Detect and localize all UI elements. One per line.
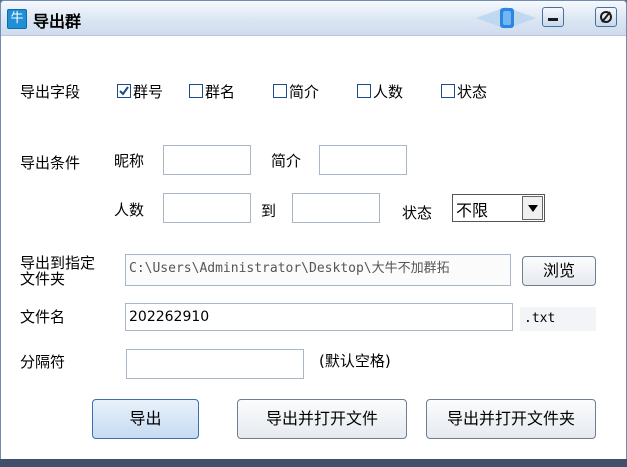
- window-title: 导出群: [33, 12, 82, 31]
- checkbox[interactable]: [441, 84, 455, 98]
- checkbox-label: 状态: [457, 82, 488, 101]
- export-button[interactable]: 导出: [92, 399, 199, 439]
- minimize-button[interactable]: [542, 7, 564, 27]
- skin-decoration-icon: [476, 7, 536, 29]
- separator-hint: (默认空格): [319, 352, 391, 370]
- checkbox-label: 群号: [133, 82, 164, 101]
- chevron-down-icon: [548, 18, 558, 21]
- export-group-window: 牛 导出群 导出字段 群号 群名 简介 人数 状态 导出条件 昵称 简介 人数 …: [0, 0, 627, 467]
- checkbox-label: 群名: [205, 82, 236, 101]
- export-folder-label: 导出到指定 文件夹: [20, 255, 95, 287]
- field-checkbox-status[interactable]: 状态: [441, 81, 487, 101]
- export-fields-label: 导出字段: [20, 83, 81, 101]
- app-logo-icon: 牛: [7, 9, 27, 29]
- checkbox[interactable]: [117, 84, 131, 98]
- member-count-from-input[interactable]: [163, 193, 251, 223]
- filename-label: 文件名: [20, 308, 66, 326]
- intro-input[interactable]: [319, 145, 407, 175]
- export-open-folder-button[interactable]: 导出并打开文件夹: [426, 399, 596, 439]
- chevron-down-icon: [528, 205, 538, 212]
- title-bar[interactable]: 牛 导出群: [1, 1, 626, 36]
- range-to-label: 到: [261, 202, 277, 220]
- intro-label: 简介: [271, 152, 302, 170]
- checkbox-label: 简介: [289, 82, 320, 101]
- close-button[interactable]: [595, 7, 617, 27]
- export-folder-path-input[interactable]: C:\Users\Administrator\Desktop\大牛不加群拓: [125, 254, 511, 286]
- status-selected-value: 不限: [456, 201, 489, 220]
- member-count-label: 人数: [114, 201, 145, 219]
- close-icon: [600, 11, 612, 23]
- checkbox[interactable]: [357, 84, 371, 98]
- checkbox[interactable]: [189, 84, 203, 98]
- separator-label: 分隔符: [20, 353, 66, 371]
- export-folder-label-line2: 文件夹: [20, 270, 66, 288]
- field-checkbox-member-count[interactable]: 人数: [357, 81, 403, 101]
- status-label: 状态: [402, 204, 433, 222]
- file-extension-label: .txt: [520, 307, 596, 331]
- field-checkbox-intro[interactable]: 简介: [273, 81, 319, 101]
- nickname-label: 昵称: [114, 152, 145, 170]
- export-conditions-label: 导出条件: [20, 154, 81, 172]
- separator-input[interactable]: [126, 349, 304, 379]
- export-folder-label-line1: 导出到指定: [20, 254, 96, 272]
- checkbox[interactable]: [273, 84, 287, 98]
- status-select[interactable]: 不限: [452, 194, 545, 222]
- member-count-to-input[interactable]: [292, 193, 380, 223]
- browse-button[interactable]: 浏览: [522, 256, 596, 286]
- filename-input[interactable]: 202262910: [125, 303, 513, 331]
- field-checkbox-group-id[interactable]: 群号: [117, 81, 163, 101]
- dropdown-button[interactable]: [522, 196, 543, 220]
- field-checkbox-group-name[interactable]: 群名: [189, 81, 235, 101]
- background-strip: [0, 459, 627, 467]
- checkmark-icon: [119, 86, 129, 96]
- checkbox-label: 人数: [373, 82, 404, 101]
- export-open-file-button[interactable]: 导出并打开文件: [237, 399, 407, 439]
- nickname-input[interactable]: [163, 145, 251, 175]
